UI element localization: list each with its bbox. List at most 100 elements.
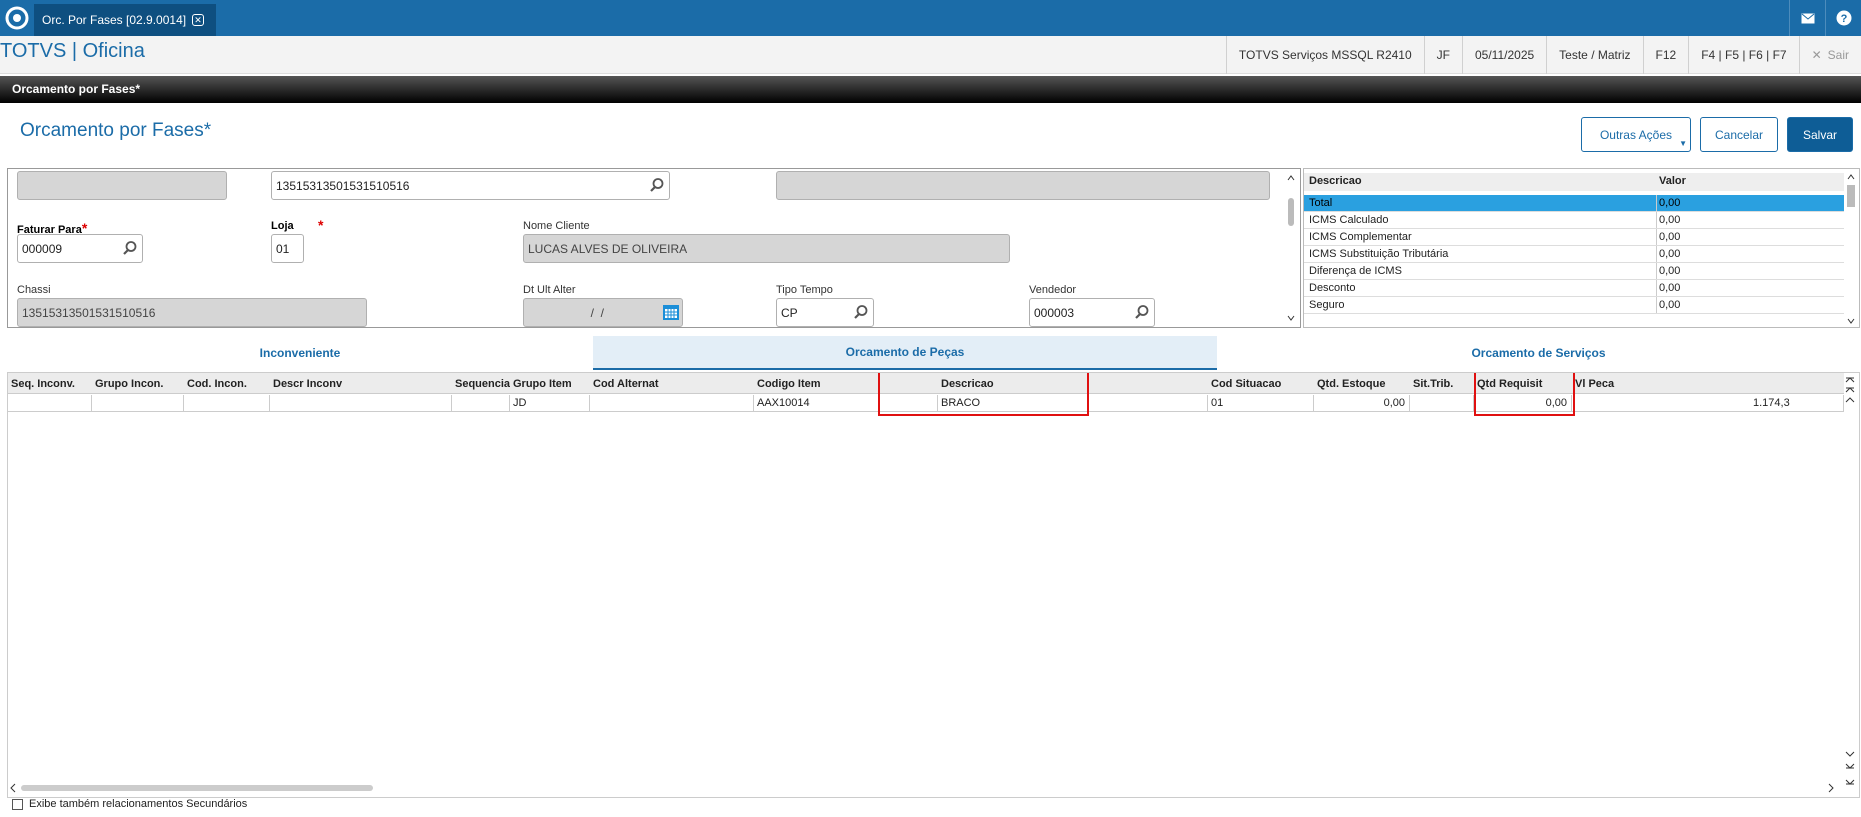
grid-cell[interactable] <box>590 395 754 412</box>
column-header[interactable]: Grupo Incon. <box>92 373 184 394</box>
search-icon[interactable] <box>853 304 869 320</box>
faturar-para-value: 000009 <box>22 242 63 256</box>
shortcuts-info[interactable]: F4 | F5 | F6 | F7 <box>1688 36 1798 74</box>
top-code-field[interactable]: 13515313501531510516 <box>271 171 670 200</box>
grid-cell[interactable] <box>8 395 92 412</box>
user-info[interactable]: JF <box>1423 36 1462 74</box>
totals-row[interactable]: ICMS Substituição Tributária 0,00 <box>1304 246 1844 263</box>
grid-cell[interactable] <box>452 395 510 412</box>
totals-row[interactable]: Seguro 0,00 <box>1304 297 1844 314</box>
search-icon[interactable] <box>122 240 138 256</box>
grid-cell[interactable] <box>1410 395 1474 412</box>
column-header[interactable]: Cod Situacao <box>1208 373 1314 394</box>
top-field-1 <box>17 171 227 200</box>
column-header[interactable]: Sequencia <box>452 373 510 394</box>
column-header[interactable]: Cod Alternat <box>590 373 754 394</box>
totals-valor: 0,00 <box>1659 282 1681 294</box>
checkbox-label: Exibe também relacionamentos Secundários <box>29 798 248 810</box>
faturar-para-field[interactable]: 000009 <box>17 234 143 263</box>
column-header[interactable]: Seq. Inconv. <box>8 373 92 394</box>
tipo-tempo-value: CP <box>781 306 798 320</box>
totals-header-descricao: Descricao <box>1309 175 1362 187</box>
exit-button[interactable]: ✕ Sair <box>1798 36 1861 74</box>
shortcut-f12[interactable]: F12 <box>1642 36 1689 74</box>
save-button[interactable]: Salvar <box>1787 117 1853 152</box>
totals-scrollbar[interactable] <box>1845 171 1857 327</box>
loja-required-mark: * <box>318 217 324 233</box>
chevron-down-icon: ▼ <box>1679 139 1687 148</box>
vendedor-field[interactable]: 000003 <box>1029 298 1155 327</box>
grid-cell[interactable]: 0,00 <box>1314 395 1410 412</box>
date-info[interactable]: 05/11/2025 <box>1462 36 1546 74</box>
totvs-logo-icon[interactable] <box>0 0 34 36</box>
loja-label: Loja <box>271 220 294 232</box>
column-header[interactable]: Cod. Incon. <box>184 373 270 394</box>
form-scrollbar[interactable] <box>1286 173 1296 323</box>
tipo-tempo-label: Tipo Tempo <box>776 284 833 296</box>
dt-ult-alter-field: / / <box>523 298 683 327</box>
grid-cell[interactable]: 01 <box>1208 395 1314 412</box>
vendedor-value: 000003 <box>1034 306 1075 320</box>
totals-row[interactable]: Total 0,00 <box>1304 195 1844 212</box>
totals-descricao: Diferença de ICMS <box>1309 265 1402 277</box>
cancel-button[interactable]: Cancelar <box>1700 117 1778 152</box>
secondary-relationships-checkbox[interactable]: Exibe também relacionamentos Secundários <box>12 798 247 810</box>
grid-cell[interactable]: 1.174,3 <box>1572 395 1844 412</box>
totals-descricao: Seguro <box>1309 299 1345 311</box>
more-actions-button[interactable]: Outras Ações ▼ <box>1581 117 1691 152</box>
company-info[interactable]: Teste / Matriz <box>1546 36 1642 74</box>
top-field-3 <box>776 171 1270 200</box>
search-icon[interactable] <box>1134 304 1150 320</box>
exit-label: Sair <box>1827 48 1849 62</box>
chassi-field: 13515313501531510516 <box>17 298 367 327</box>
grid-scroll-controls[interactable] <box>1840 372 1860 798</box>
totals-descricao: Desconto <box>1309 282 1356 294</box>
parts-grid: Seq. Inconv. Grupo Incon. Cod. Incon. De… <box>7 372 1860 798</box>
grid-cell[interactable] <box>270 395 452 412</box>
column-header[interactable]: Descr Inconv <box>270 373 452 394</box>
close-icon[interactable]: ✕ <box>192 14 205 26</box>
totals-descricao: ICMS Substituição Tributária <box>1309 248 1449 260</box>
totals-row[interactable]: Desconto 0,00 <box>1304 280 1844 297</box>
environment-info[interactable]: TOTVS Serviços MSSQL R2410 <box>1225 36 1424 74</box>
column-header[interactable]: Grupo Item <box>510 373 590 394</box>
tipo-tempo-field[interactable]: CP <box>776 298 874 327</box>
totals-valor: 0,00 <box>1659 265 1681 277</box>
column-header[interactable]: Qtd. Estoque <box>1314 373 1410 394</box>
tab-orcamento-servicos[interactable]: Orcamento de Serviços <box>1217 336 1860 370</box>
totals-valor: 0,00 <box>1659 248 1681 260</box>
grid-horizontal-scrollbar[interactable] <box>7 781 1837 795</box>
totals-valor: 0,00 <box>1659 197 1681 209</box>
grid-cell[interactable] <box>184 395 270 412</box>
totals-valor: 0,00 <box>1659 231 1681 243</box>
tab-orcamento-pecas[interactable]: Orcamento de Peças <box>593 336 1217 370</box>
totals-valor: 0,00 <box>1659 299 1681 311</box>
grid-cell[interactable]: JD <box>510 395 590 412</box>
grid-cell[interactable] <box>92 395 184 412</box>
svg-text:?: ? <box>1840 13 1847 25</box>
totals-table: Descricao Valor Total 0,00 ICMS Calculad… <box>1303 168 1860 328</box>
highlight-qtd-estoque <box>1474 373 1575 416</box>
mail-icon[interactable] <box>1789 0 1825 36</box>
document-tab-label: Orc. Por Fases [02.9.0014] <box>42 13 187 27</box>
loja-field[interactable]: 01 <box>271 234 304 263</box>
checkbox-box[interactable] <box>12 798 23 810</box>
brand-title: TOTVS | Oficina <box>0 40 145 62</box>
vendedor-label: Vendedor <box>1029 284 1077 296</box>
totals-header: Descricao Valor <box>1304 173 1844 191</box>
totals-row[interactable]: ICMS Complementar 0,00 <box>1304 229 1844 246</box>
search-icon[interactable] <box>649 177 665 193</box>
document-tab[interactable]: Orc. Por Fases [02.9.0014] ✕ <box>34 4 216 36</box>
page-title: Orcamento por Fases* <box>20 120 212 141</box>
window-title: Orcamento por Fases* <box>0 76 1861 103</box>
totals-valor: 0,00 <box>1659 214 1681 226</box>
totals-row[interactable]: Diferença de ICMS 0,00 <box>1304 263 1844 280</box>
tab-inconveniente[interactable]: Inconveniente <box>7 336 593 370</box>
column-header[interactable]: Sit.Trib. <box>1410 373 1474 394</box>
nome-cliente-field: LUCAS ALVES DE OLIVEIRA <box>523 234 1010 263</box>
calendar-icon[interactable] <box>662 303 680 321</box>
totals-row[interactable]: ICMS Calculado 0,00 <box>1304 212 1844 229</box>
dt-ult-alter-value: / / <box>584 306 605 320</box>
help-icon[interactable]: ? <box>1825 0 1861 36</box>
column-header[interactable]: Vl Peca <box>1572 373 1844 394</box>
